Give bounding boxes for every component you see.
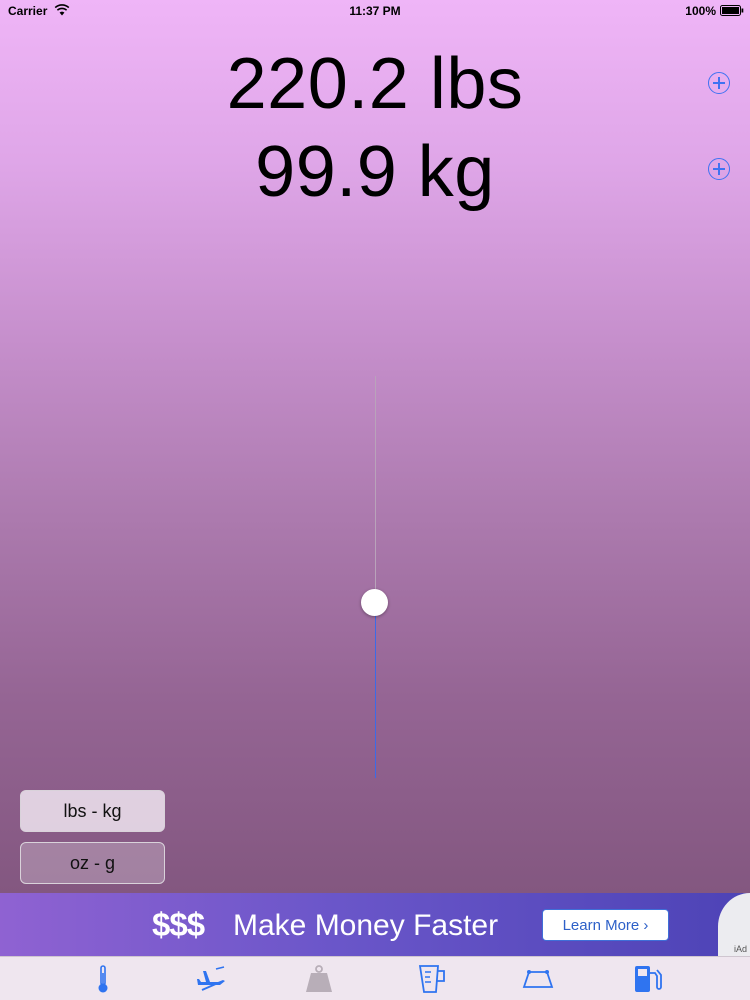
status-time: 11:37 PM [349,4,401,18]
battery-percentage: 100% [685,4,716,18]
tab-volume[interactable] [413,963,447,995]
measuring-cup-icon [418,965,445,993]
airplane-icon [197,966,225,991]
fuel-pump-icon [635,966,662,992]
area-icon [522,970,554,988]
add-primary-button[interactable] [708,72,730,94]
thermometer-icon [98,965,108,993]
tab-fuel[interactable] [630,963,664,995]
oz-g-button[interactable]: oz - g [20,842,165,884]
secondary-value-display: 99.9 kg [255,132,495,212]
add-secondary-button[interactable] [708,158,730,180]
slider-track-upper[interactable] [374,376,376,602]
weight-icon [306,965,332,992]
lbs-kg-button[interactable]: lbs - kg [20,790,165,832]
ad-logo: $$$ [152,906,205,943]
battery-icon [720,5,744,16]
ad-banner[interactable]: $$$ Make Money Faster Learn More › iAd [0,893,750,956]
slider-track-filled[interactable] [374,602,376,778]
tab-area[interactable] [521,963,555,995]
tab-bar [0,956,750,1000]
status-bar: Carrier 11:37 PM 100% [0,0,750,22]
tab-weight[interactable] [302,963,336,995]
slider-thumb[interactable] [361,589,388,616]
ad-learn-more-button[interactable]: Learn More › [542,909,669,941]
iad-label: iAd [733,944,747,954]
primary-value-display: 220.2 lbs [226,44,524,124]
tab-speed[interactable] [194,963,228,995]
tab-temperature[interactable] [86,963,120,995]
ad-headline: Make Money Faster [233,909,499,942]
